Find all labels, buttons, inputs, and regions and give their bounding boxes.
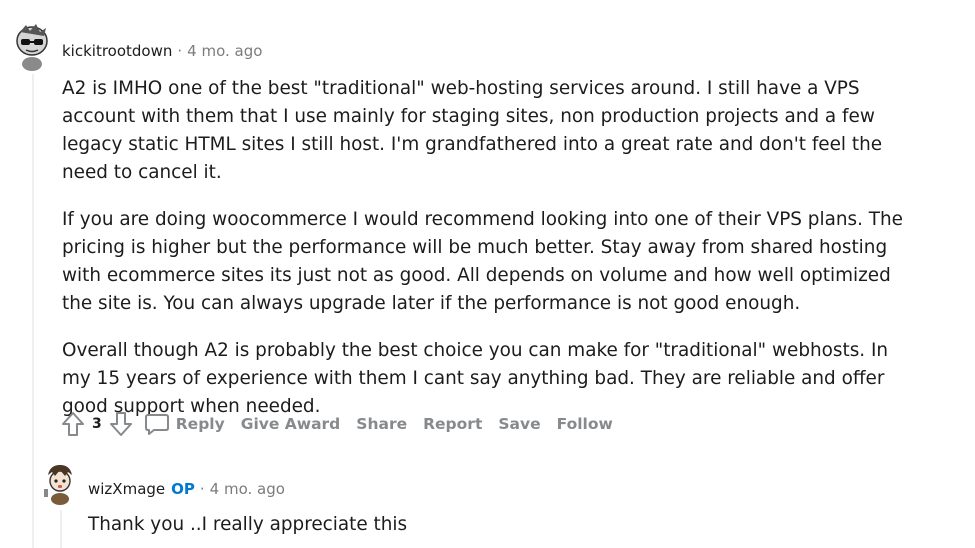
follow-button[interactable]: Follow xyxy=(557,415,613,433)
reply-meta: wizXmage OP · 4 mo. ago xyxy=(88,480,285,498)
thread-line-main[interactable] xyxy=(32,74,34,548)
reply-author[interactable]: wizXmage xyxy=(88,480,165,498)
meta-separator: · xyxy=(199,480,205,498)
comment-timestamp[interactable]: 4 mo. ago xyxy=(187,42,262,60)
reply-timestamp[interactable]: 4 mo. ago xyxy=(210,480,285,498)
comment-actions: 3 Reply Give Award Share Report Save Fol… xyxy=(60,409,629,439)
vote-score: 3 xyxy=(92,416,102,432)
comment-bubble-icon xyxy=(144,412,170,436)
avatar-kickitrootdown[interactable] xyxy=(12,22,52,72)
reply-body: Thank you ..I really appreciate this xyxy=(88,514,408,535)
comment-author[interactable]: kickitrootdown xyxy=(62,42,172,60)
report-button[interactable]: Report xyxy=(423,415,482,433)
reply-button[interactable]: Reply xyxy=(144,412,225,436)
save-button[interactable]: Save xyxy=(498,415,540,433)
avatar-wizxmage[interactable] xyxy=(40,461,80,507)
comment-body: A2 is IMHO one of the best "traditional"… xyxy=(62,75,922,440)
thread-line-reply[interactable] xyxy=(60,510,62,548)
reply-label: Reply xyxy=(175,415,225,433)
upvote-icon[interactable] xyxy=(60,410,86,438)
comment-paragraph: A2 is IMHO one of the best "traditional"… xyxy=(62,78,883,183)
comment-meta: kickitrootdown · 4 mo. ago xyxy=(62,42,262,60)
op-badge: OP xyxy=(171,480,195,498)
give-award-button[interactable]: Give Award xyxy=(241,415,341,433)
downvote-icon[interactable] xyxy=(108,410,134,438)
meta-separator: · xyxy=(177,42,183,60)
comment-paragraph: If you are doing woocommerce I would rec… xyxy=(62,209,903,314)
share-button[interactable]: Share xyxy=(356,415,407,433)
